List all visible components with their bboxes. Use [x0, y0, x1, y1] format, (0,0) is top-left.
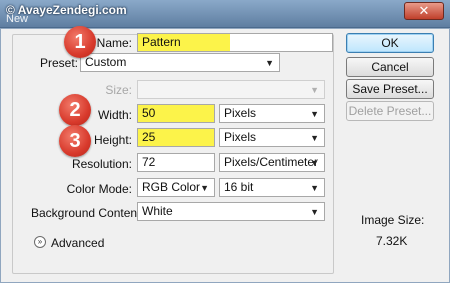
- chevron-down-icon: ▼: [310, 158, 319, 168]
- chevron-down-icon: ▼: [310, 183, 319, 193]
- window-title: New: [6, 13, 29, 25]
- chevron-down-icon: ▼: [200, 183, 209, 193]
- step-1-badge: 1: [64, 26, 96, 58]
- resolution-unit-select[interactable]: Pixels/Centimeter ▼: [219, 153, 325, 172]
- color-mode-label: Color Mode:: [66, 182, 132, 196]
- background-contents-select[interactable]: White ▼: [137, 202, 325, 221]
- size-select[interactable]: ▼: [137, 80, 325, 99]
- save-preset-button[interactable]: Save Preset...: [346, 79, 434, 99]
- expand-advanced-icon[interactable]: »: [34, 236, 46, 248]
- width-input[interactable]: 50: [137, 104, 215, 123]
- height-input[interactable]: 25: [137, 128, 215, 147]
- color-mode-select[interactable]: RGB Color ▼: [137, 178, 215, 197]
- chevron-down-icon: ▼: [265, 58, 274, 68]
- height-unit-select[interactable]: Pixels ▼: [219, 128, 325, 147]
- chevron-down-icon: ▼: [310, 109, 319, 119]
- background-contents-label: Background Contents:: [31, 206, 150, 220]
- image-size-label: Image Size:: [361, 213, 425, 227]
- step-3-badge: 3: [59, 125, 91, 157]
- step-2-badge: 2: [59, 94, 91, 126]
- advanced-label[interactable]: Advanced: [51, 236, 104, 250]
- resolution-label: Resolution:: [71, 157, 132, 171]
- close-button[interactable]: ✕: [404, 2, 444, 20]
- width-unit-select[interactable]: Pixels ▼: [219, 104, 325, 123]
- chevron-down-icon: ▼: [310, 207, 319, 217]
- delete-preset-button[interactable]: Delete Preset...: [346, 101, 434, 121]
- chevron-down-icon: ▼: [310, 85, 319, 95]
- bit-depth-select[interactable]: 16 bit ▼: [219, 178, 325, 197]
- preset-select[interactable]: Custom ▼: [80, 53, 280, 72]
- name-input[interactable]: Pattern: [137, 33, 333, 52]
- cancel-button[interactable]: Cancel: [346, 57, 434, 77]
- preset-label: Preset:: [40, 56, 79, 70]
- resolution-input[interactable]: 72: [137, 153, 215, 172]
- ok-button[interactable]: OK: [346, 33, 434, 53]
- title-bar: © AvayeZendegi.com New ✕: [0, 0, 450, 28]
- chevron-down-icon: ▼: [310, 133, 319, 143]
- image-size-value: 7.32K: [376, 234, 408, 248]
